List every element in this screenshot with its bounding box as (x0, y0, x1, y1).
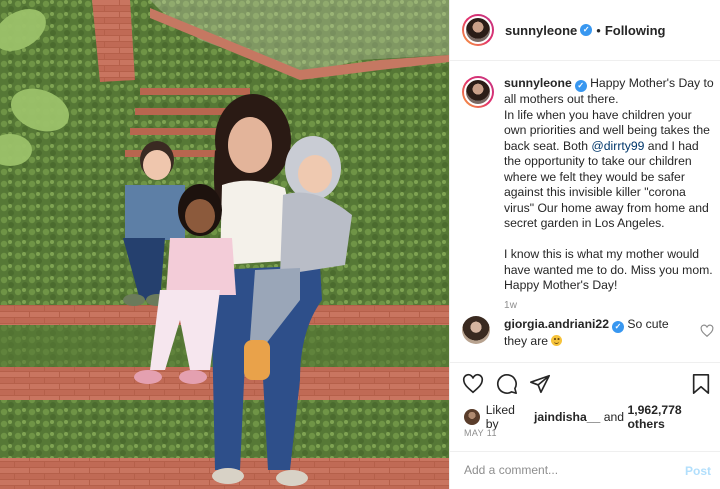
bookmark-icon[interactable] (690, 373, 712, 395)
avatar-image (464, 78, 492, 106)
post-header: sunnyleone ✓ • Following (450, 0, 720, 61)
post-details-panel: sunnyleone ✓ • Following sunnyleone ✓ Hap… (449, 0, 720, 489)
avatar-image (464, 16, 492, 44)
post-actions-section: Liked by jaindisha__ and 1,962,778 other… (450, 362, 720, 489)
likes-summary: Liked by jaindisha__ and 1,962,778 other… (464, 403, 720, 431)
commenter-avatar[interactable] (462, 316, 490, 344)
comment-text: giorgia.andriani22 ✓ So cute they are (504, 316, 692, 349)
liked-by-label: Liked by (485, 403, 515, 431)
caption-username[interactable]: sunnyleone (504, 76, 572, 90)
verified-badge-icon: ✓ (580, 24, 593, 36)
liker-username[interactable]: jaindisha__ (534, 410, 600, 424)
author-username[interactable]: sunnyleone (505, 23, 577, 38)
caption-mention-link[interactable]: @dirrty99 (591, 139, 644, 153)
share-icon[interactable] (529, 373, 551, 395)
likes-count[interactable]: 1,962,778 others (627, 403, 720, 431)
verified-badge-icon: ✓ (574, 80, 587, 92)
comment-icon[interactable] (496, 373, 518, 395)
following-button[interactable]: Following (605, 23, 666, 38)
post-image (0, 0, 449, 489)
post-date[interactable]: MAY 11 (464, 428, 497, 438)
avatar[interactable] (462, 14, 494, 46)
add-comment-input[interactable] (464, 463, 664, 477)
separator-dot: • (596, 22, 601, 38)
post-comment-button[interactable]: Post (685, 464, 711, 478)
caption-body-rest: and I had the opportunity to take our ch… (504, 138, 713, 293)
liker-avatar[interactable] (464, 409, 480, 425)
caption-timestamp[interactable]: 1w (504, 300, 714, 311)
action-icons-row (462, 373, 714, 399)
comment-like-heart-icon[interactable] (700, 324, 714, 338)
caption-avatar[interactable] (462, 76, 494, 108)
heart-icon[interactable] (462, 373, 484, 395)
commenter-username[interactable]: giorgia.andriani22 (504, 317, 609, 331)
verified-badge-icon: ✓ (611, 321, 624, 333)
caption-text: sunnyleone ✓ Happy Mother's Day to all mo… (504, 76, 714, 294)
caption-block: sunnyleone ✓ Happy Mother's Day to all mo… (462, 76, 714, 311)
likes-and-label: and (603, 410, 625, 424)
add-comment-bar: Post (450, 451, 720, 489)
post-photo[interactable] (0, 0, 449, 489)
comment-item: giorgia.andriani22 ✓ So cute they are (462, 316, 714, 349)
smiling-face-emoji-icon (551, 335, 563, 346)
